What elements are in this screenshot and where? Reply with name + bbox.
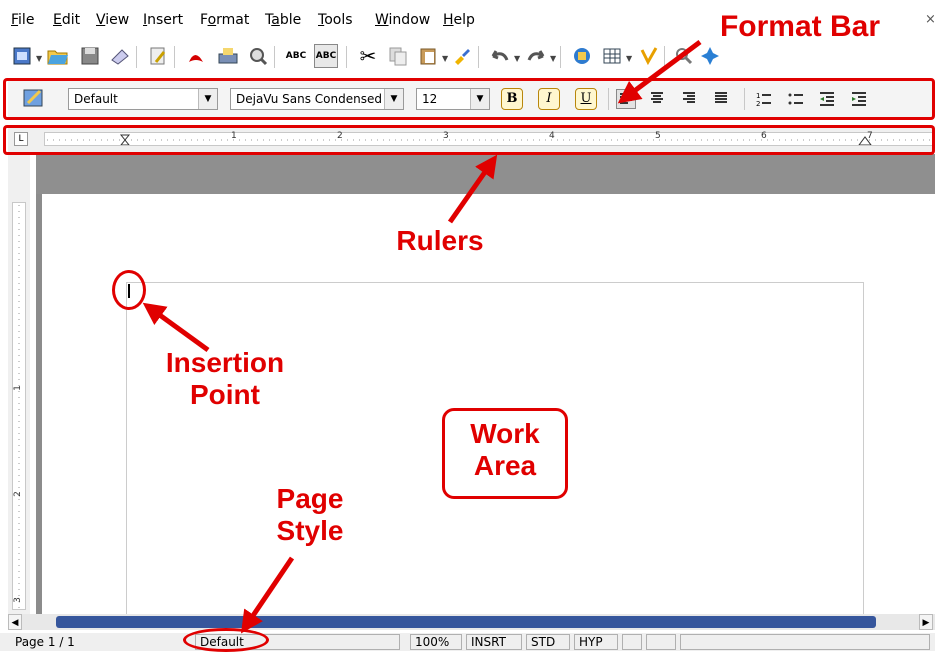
- toolbar-separator: [560, 46, 561, 68]
- spellcheck-label: ABC: [285, 51, 307, 61]
- horizontal-scrollbar[interactable]: ◀ ▶: [8, 614, 935, 630]
- edit-file-icon[interactable]: [146, 44, 170, 68]
- cut-icon[interactable]: ✂: [356, 44, 380, 68]
- table-icon[interactable]: [600, 44, 624, 68]
- modified-indicator: [646, 634, 676, 650]
- insertion-point-label: Insertion Point: [165, 347, 285, 411]
- export-pdf-icon[interactable]: [184, 44, 208, 68]
- menu-table[interactable]: Table: [265, 12, 301, 28]
- redo-icon[interactable]: [524, 44, 548, 68]
- signature-indicator: [622, 634, 642, 650]
- autospell-label: ABC: [315, 51, 337, 61]
- new-document-icon[interactable]: [10, 44, 34, 68]
- vertical-ruler[interactable]: 1 2 3: [8, 154, 30, 614]
- toolbar-separator: [346, 46, 347, 68]
- menu-help[interactable]: Help: [443, 12, 475, 28]
- toolbar-separator: [136, 46, 137, 68]
- close-document-icon[interactable]: ×: [925, 12, 935, 27]
- find-icon[interactable]: [672, 44, 696, 68]
- standard-toolbar: ▼ ABC ABC ✂ ▼ ▼ ▼ ▼: [8, 40, 935, 74]
- menu-edit[interactable]: Edit: [53, 12, 80, 28]
- copy-icon[interactable]: [386, 44, 410, 68]
- rulers-highlight: [3, 125, 935, 155]
- format-bar-highlight: [3, 78, 935, 120]
- chevron-down-icon[interactable]: ▼: [626, 54, 632, 63]
- insertion-point-highlight: [112, 270, 146, 310]
- spellcheck-icon[interactable]: ABC: [284, 44, 308, 68]
- toolbar-separator: [478, 46, 479, 68]
- statistics-cell: [680, 634, 930, 650]
- insert-mode-indicator[interactable]: INSRT: [466, 634, 522, 650]
- email-icon[interactable]: [108, 44, 132, 68]
- toolbar-separator: [664, 46, 665, 68]
- scroll-right-icon[interactable]: ▶: [919, 614, 933, 630]
- vertical-ruler-track[interactable]: 1 2 3: [12, 202, 26, 610]
- format-bar-label: Format Bar: [719, 10, 881, 43]
- chevron-down-icon[interactable]: ▼: [514, 54, 520, 63]
- hyphenation-indicator[interactable]: HYP: [574, 634, 618, 650]
- rulers-label: Rulers: [396, 225, 484, 256]
- menu-format[interactable]: Format: [200, 12, 249, 28]
- vertical-ruler-number: 2: [12, 491, 23, 497]
- toolbar-separator: [274, 46, 275, 68]
- page-background: [36, 154, 935, 194]
- menu-view[interactable]: View: [96, 12, 129, 28]
- page-style-label: Page Style: [276, 483, 344, 547]
- scroll-left-icon[interactable]: ◀: [8, 614, 22, 630]
- selection-mode-indicator[interactable]: STD: [526, 634, 570, 650]
- undo-icon[interactable]: [488, 44, 512, 68]
- toolbar-separator: [174, 46, 175, 68]
- vertical-ruler-ticks: [18, 205, 20, 609]
- print-icon[interactable]: [216, 44, 240, 68]
- vertical-ruler-number: 3: [12, 597, 23, 603]
- menu-file[interactable]: File: [11, 12, 34, 28]
- navigator-icon[interactable]: [570, 44, 594, 68]
- status-bar: Page 1 / 1 Default 100% INSRT STD HYP: [0, 633, 935, 651]
- menu-tools[interactable]: Tools: [318, 12, 353, 28]
- menu-insert[interactable]: Insert: [143, 12, 183, 28]
- menu-window[interactable]: Window: [375, 12, 430, 28]
- format-paintbrush-icon[interactable]: [450, 44, 474, 68]
- paste-icon[interactable]: [416, 44, 440, 68]
- page-indicator[interactable]: Page 1 / 1: [10, 634, 180, 650]
- page-style-highlight: [183, 628, 269, 652]
- save-icon[interactable]: [78, 44, 102, 68]
- chevron-down-icon[interactable]: ▼: [36, 54, 42, 63]
- autospellcheck-icon[interactable]: ABC: [314, 44, 338, 68]
- zoom-indicator[interactable]: 100%: [410, 634, 462, 650]
- print-preview-icon[interactable]: [246, 44, 270, 68]
- chevron-down-icon[interactable]: ▼: [550, 54, 556, 63]
- highlighter-icon[interactable]: [636, 44, 660, 68]
- scrollbar-thumb[interactable]: [56, 616, 876, 628]
- chevron-down-icon[interactable]: ▼: [442, 54, 448, 63]
- work-area-label: Work Area: [470, 418, 540, 482]
- vertical-ruler-number: 1: [12, 385, 23, 391]
- star-icon[interactable]: [698, 44, 722, 68]
- open-folder-icon[interactable]: [46, 44, 70, 68]
